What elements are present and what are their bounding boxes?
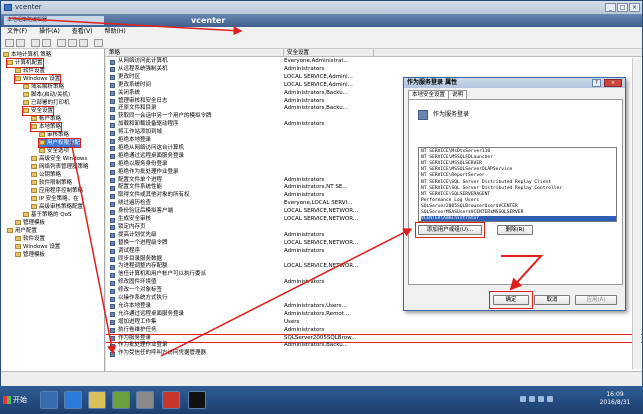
- annotation-arrows: [8, 17, 544, 357]
- arrow-to-ok: [501, 255, 544, 291]
- powershell-icon[interactable]: [64, 391, 82, 409]
- clock-time: 16:09: [606, 391, 624, 398]
- ime-icon[interactable]: [547, 396, 553, 402]
- tools-icon[interactable]: [136, 391, 154, 409]
- arrow-list-to-add: [160, 228, 413, 357]
- arrow-tree-to-list: [70, 140, 116, 355]
- server-manager-icon[interactable]: [40, 391, 58, 409]
- vcenter-window: vcenter _ □ × 本地组策略编辑器 vcenter 文件(F) 操作(…: [0, 0, 643, 386]
- explorer-icon[interactable]: [88, 391, 106, 409]
- app-icon[interactable]: [112, 391, 130, 409]
- clock[interactable]: 16:09 2016/8/31: [590, 391, 640, 407]
- system-tray: [520, 396, 586, 404]
- sql-icon[interactable]: [162, 391, 180, 409]
- arrow-title: [8, 17, 243, 36]
- network-icon[interactable]: [520, 396, 526, 402]
- flag-icon[interactable]: [538, 396, 544, 402]
- taskbar: 开始 16:09 2016/8/31: [0, 386, 643, 414]
- cmd-icon[interactable]: [188, 391, 206, 409]
- volume-icon[interactable]: [529, 396, 535, 402]
- clock-date: 2016/8/31: [599, 399, 631, 406]
- start-button[interactable]: 开始: [2, 394, 32, 406]
